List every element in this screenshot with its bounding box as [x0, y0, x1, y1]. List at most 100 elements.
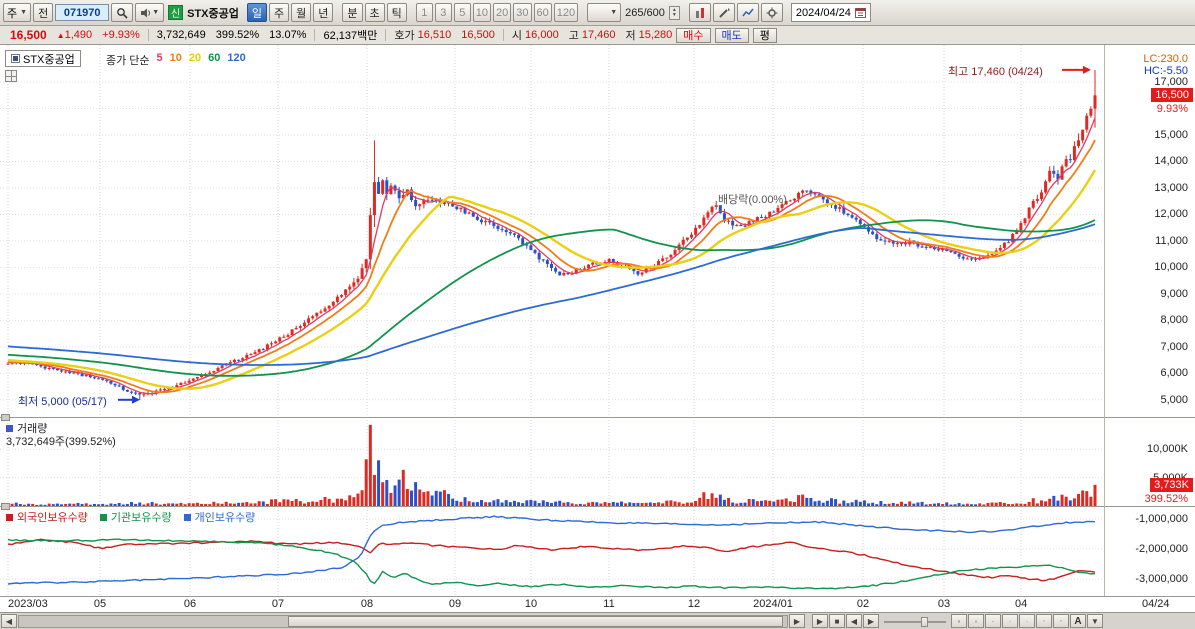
market-type-value: 주: [7, 7, 18, 20]
price-change: 1,490: [64, 29, 93, 41]
open-label: 시: [511, 30, 523, 42]
sound-icon[interactable]: ▼: [135, 3, 165, 22]
period-week-button[interactable]: 주: [269, 3, 290, 22]
candle-type-dropdown[interactable]: ▼: [587, 3, 622, 22]
axis-label: 3,733K: [1150, 477, 1193, 492]
turnover-pct: 399.52%: [215, 29, 260, 41]
expand-icon[interactable]: [1019, 614, 1035, 628]
x-axis-tick: 06: [183, 598, 197, 610]
candle-count-spinner[interactable]: ▲ ▼: [668, 5, 680, 20]
chevron-down-icon: ▼: [152, 9, 160, 16]
interval-30-button[interactable]: 30: [513, 3, 532, 22]
stop-button[interactable]: ■: [829, 614, 845, 628]
low-label: 저: [625, 30, 636, 42]
bottom-bar: ◀ ▶ ▶ ■ ◀ ▶ A ▼: [0, 612, 1195, 629]
avg-button[interactable]: 평: [752, 27, 777, 43]
axis-label: 399.52%: [1144, 492, 1188, 505]
step-forward-button[interactable]: ▶: [863, 614, 879, 628]
x-axis-tick: 07: [271, 598, 285, 610]
ask-price: 16,510: [417, 29, 452, 41]
annotation-ex-dividend: 배당락(0.00%): [718, 194, 787, 206]
volume-chip: [6, 424, 13, 432]
more-options-button[interactable]: ▼: [1087, 614, 1103, 628]
draw-tool-icon[interactable]: [712, 3, 735, 22]
x-axis-tick: 2023/03: [8, 598, 48, 610]
sell-button[interactable]: 매도: [714, 27, 749, 43]
scroll-right-button[interactable]: ▶: [789, 614, 805, 628]
x-axis-tick: 09: [448, 598, 462, 610]
individual-chip: [183, 513, 191, 521]
axis-label: 10,000: [1154, 261, 1188, 274]
compare-chart-icon[interactable]: [688, 3, 711, 22]
annotation-low: 최저 5,000 (05/17): [18, 396, 107, 408]
x-axis-tick: 05: [93, 598, 107, 610]
interval-60-button[interactable]: 60: [533, 3, 552, 22]
axis-label: 11,000: [1155, 234, 1188, 247]
pane-resize-handle[interactable]: [1, 503, 10, 510]
open-price: 16,000: [525, 29, 559, 41]
trendline-icon[interactable]: [1002, 614, 1018, 628]
axis-label: -3,000,000: [1135, 573, 1188, 585]
period-year-button[interactable]: 년: [313, 3, 334, 22]
interval-5-button[interactable]: 5: [453, 3, 471, 22]
institution-label: 기관보유수량: [110, 512, 172, 524]
axis-label: 12,000: [1154, 208, 1188, 221]
x-axis-tick: 04: [1014, 598, 1028, 610]
axis-label: 8,000: [1160, 314, 1188, 327]
step-back-button[interactable]: ◀: [846, 614, 862, 628]
axis-label: 17,000: [1154, 76, 1188, 89]
trade-value: 62,137백만: [323, 30, 378, 42]
x-axis-tick: 03: [937, 598, 951, 610]
period-month-button[interactable]: 월: [291, 3, 312, 22]
play-button[interactable]: ▶: [812, 614, 828, 628]
period-tick-button[interactable]: 틱: [386, 3, 407, 22]
period-day-button[interactable]: 일: [246, 3, 268, 22]
period-second-button[interactable]: 초: [364, 3, 385, 22]
crosshair-icon[interactable]: [985, 614, 1001, 628]
stock-code-input[interactable]: [55, 4, 110, 21]
volume-value: 3,732,649: [156, 29, 206, 41]
pane-resize-handle[interactable]: [1, 414, 10, 421]
axis-label: 13,000: [1154, 181, 1188, 194]
indicator-icon[interactable]: [736, 3, 759, 22]
interval-20-button[interactable]: 20: [493, 3, 512, 22]
interval-1-button[interactable]: 1: [415, 3, 433, 22]
zoom-in-icon[interactable]: [1053, 614, 1069, 628]
zoom-slider[interactable]: [884, 615, 946, 628]
individual-label: 개인보유수량: [194, 512, 256, 524]
axis-label: 9.93%: [1156, 103, 1188, 116]
ma5-label: 5: [156, 52, 163, 64]
interval-10-button[interactable]: 10: [472, 3, 492, 22]
hoga-label: 호가: [394, 30, 415, 42]
series-title-box[interactable]: STX중공업: [5, 50, 81, 67]
date-picker[interactable]: 2024/04/24: [790, 3, 871, 22]
zoom-out-icon[interactable]: [1036, 614, 1052, 628]
ma60-label: 60: [208, 52, 221, 64]
date-value: 2024/04/24: [795, 6, 851, 19]
axis-label: 15,000: [1154, 129, 1188, 142]
search-icon[interactable]: [111, 3, 134, 22]
ma10-label: 10: [169, 52, 182, 64]
checkbox-icon[interactable]: [11, 54, 20, 63]
ownership-legend: 외국인보유수량 기관보유수량 개인보유수량: [6, 509, 255, 525]
chart-area[interactable]: STX중공업 종가 단순 5 10 20 60 120 거래량 3,732,64…: [0, 45, 1195, 612]
period-minute-button[interactable]: 분: [342, 3, 363, 22]
interval-3-button[interactable]: 3: [434, 3, 452, 22]
interval-120-button[interactable]: 120: [553, 3, 579, 22]
settings-gear-icon[interactable]: [760, 3, 783, 22]
grid-toggle-icon[interactable]: [951, 614, 967, 628]
chart-grid-icon[interactable]: [5, 70, 17, 82]
quote-bar: 16,500 ▲ 1,490 +9.93% 3,732,649 399.52% …: [0, 26, 1195, 45]
market-type-dropdown[interactable]: 주 ▼: [3, 3, 32, 22]
ma-legend: 종가 단순 5 10 20 60 120: [106, 52, 246, 68]
zoom-slider-thumb[interactable]: [921, 616, 929, 627]
high-price: 17,460: [581, 29, 616, 41]
layout-icon[interactable]: [968, 614, 984, 628]
bid-price: 16,500: [461, 29, 495, 41]
prev-stock-button[interactable]: 전: [33, 3, 54, 22]
chart-scrollbar[interactable]: [18, 614, 788, 628]
font-size-button[interactable]: A: [1070, 614, 1086, 628]
scrollbar-thumb[interactable]: [287, 615, 784, 627]
buy-button[interactable]: 매수: [676, 27, 711, 43]
scroll-left-button[interactable]: ◀: [1, 614, 17, 628]
